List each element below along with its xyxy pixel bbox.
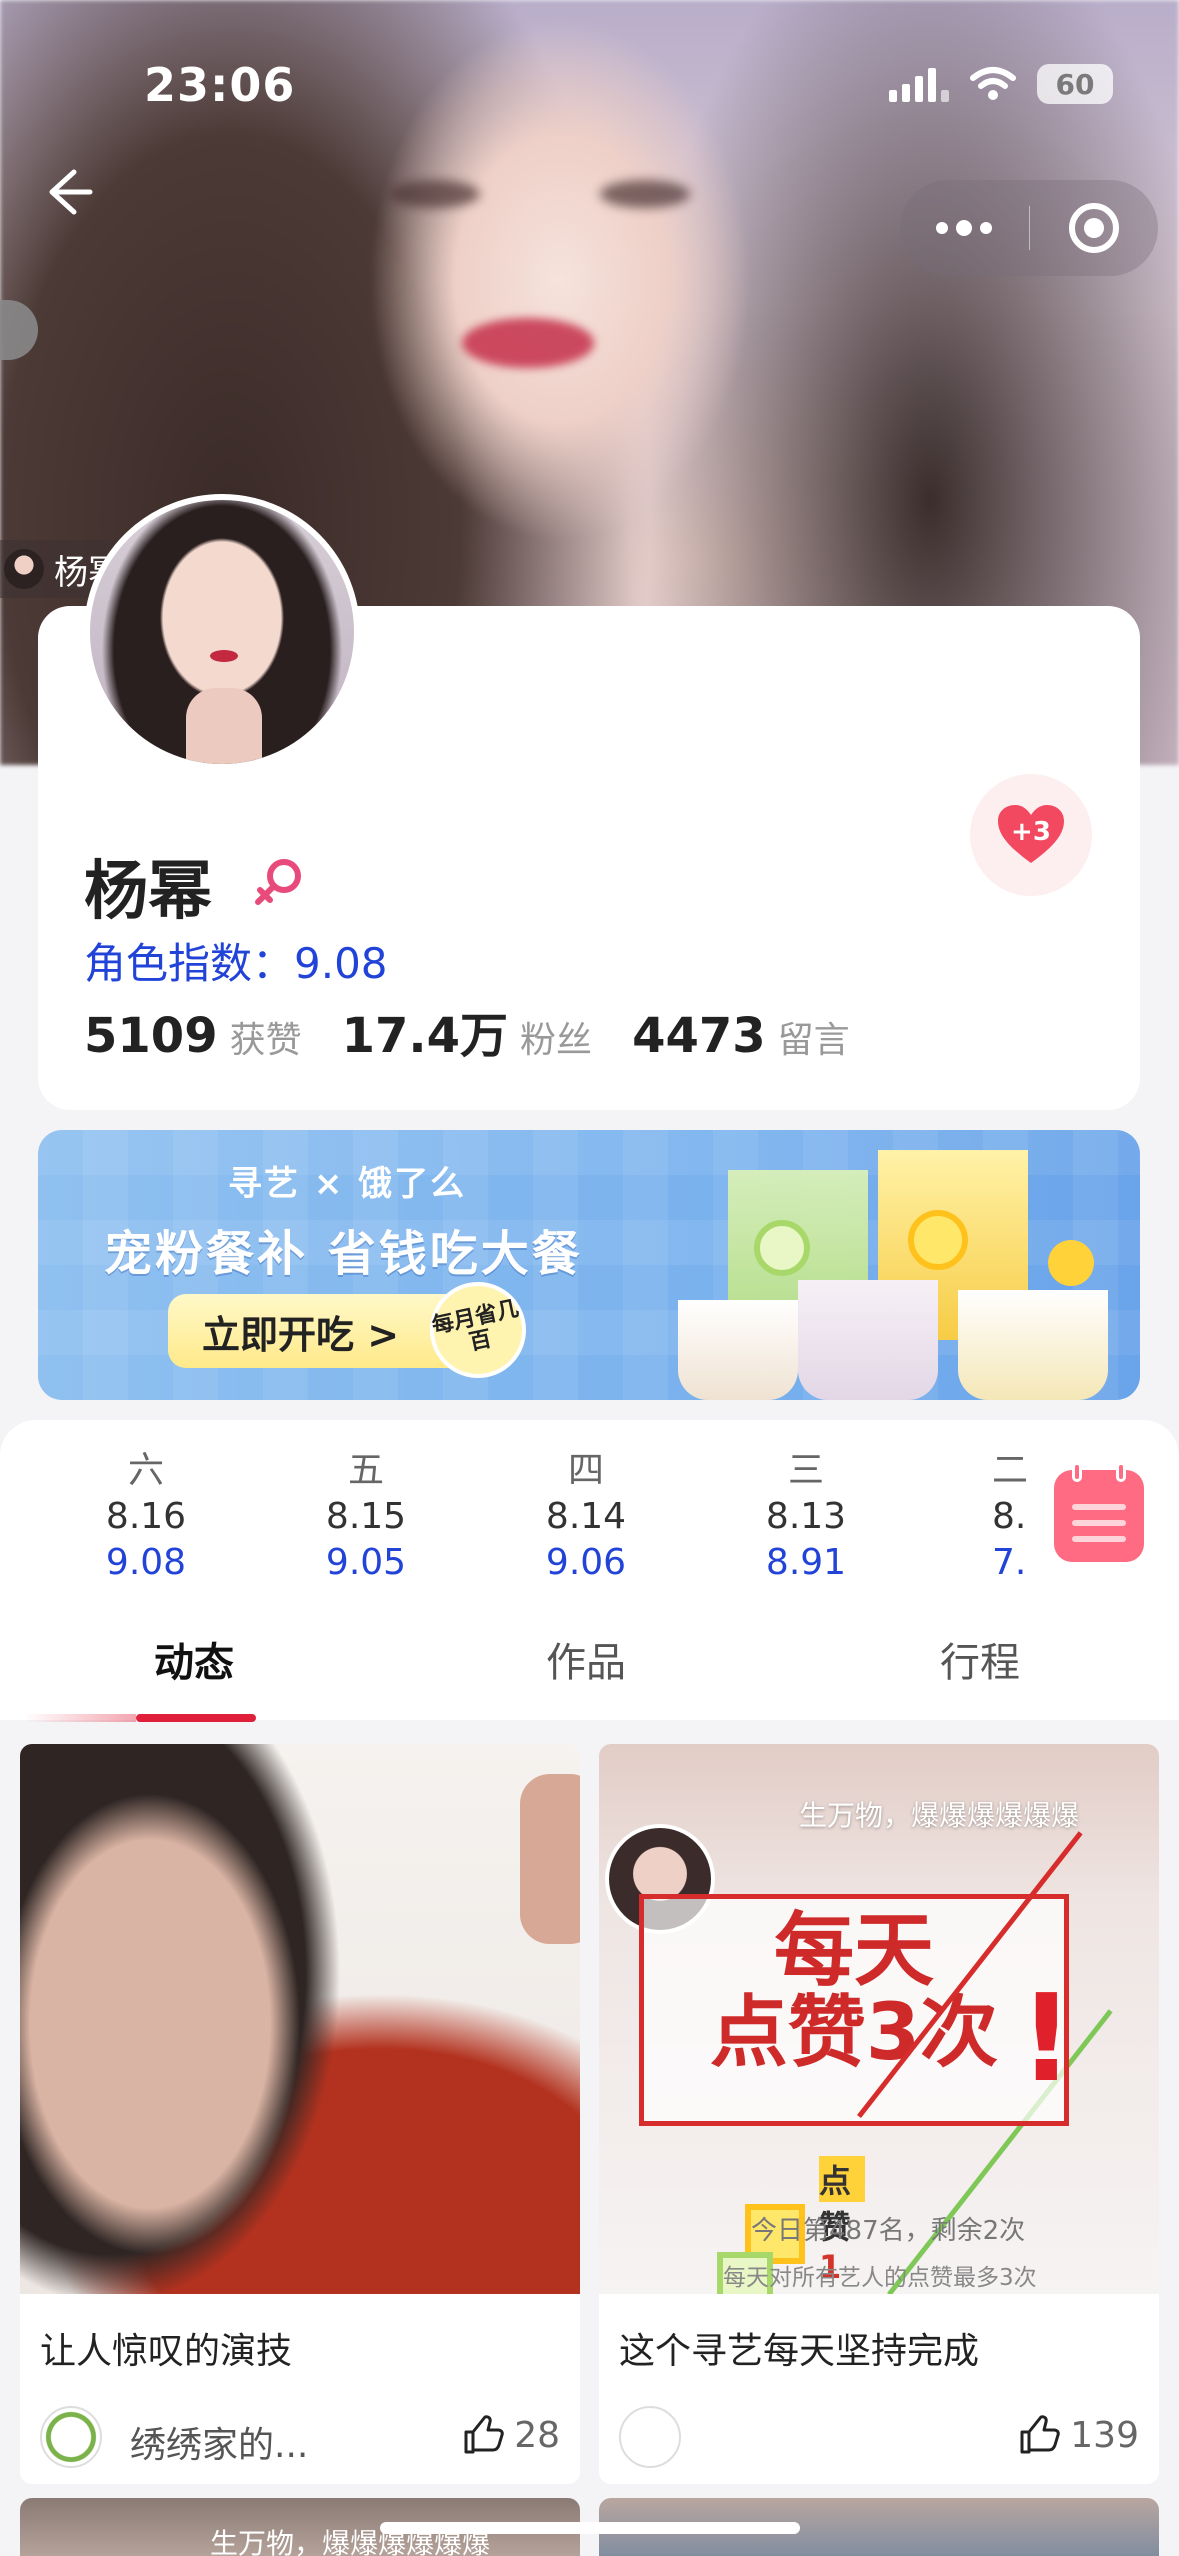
status-icons: 60	[889, 64, 1113, 104]
thumb-up-icon	[1020, 2415, 1061, 2454]
post-image[interactable]: 生万物，爆爆爆爆爆爆 每天 点赞3次 ! 点赞1次 今日第487名，剩余2次 每…	[599, 1744, 1159, 2294]
post-title: 让人惊叹的演技	[40, 2331, 293, 2372]
post-title: 这个寻艺每天坚持完成	[619, 2331, 980, 2372]
image-caption: 生万物，爆爆爆爆爆爆	[799, 1799, 1080, 1832]
back-arrow-icon[interactable]	[34, 160, 98, 224]
tab-schedule[interactable]: 行程	[940, 1630, 1020, 1688]
tab-indicator	[136, 1714, 256, 1722]
role-index: 角色指数：9.08	[84, 939, 388, 988]
post-like-count: 139	[1070, 2414, 1139, 2456]
thumb-up-icon	[464, 2415, 504, 2454]
day-item[interactable]: 三 8.13 8.91	[726, 1448, 886, 1586]
author-avatar[interactable]	[40, 2406, 102, 2468]
calendar-icon[interactable]	[1054, 1462, 1144, 1562]
day-item[interactable]: 六 8.16 9.08	[66, 1448, 226, 1586]
tab-indicator-trail	[24, 1714, 136, 1722]
post-footer: 绣绣家的... 28	[40, 2406, 560, 2470]
tab-bar: 动态 作品 行程	[0, 1620, 1179, 1720]
stat-comments[interactable]: 4473 留言	[632, 1008, 850, 1064]
daily-score-strip: 六 8.16 9.08 五 8.15 9.05 四 8.14 9.06 三 8.…	[0, 1448, 1179, 1588]
page: 23:06 60 杨幂 杨幂 +3 角色指数：9.08 5109 获赞 17.4…	[0, 0, 1179, 2556]
signal-icon	[889, 66, 949, 102]
post-image[interactable]	[20, 1744, 580, 2294]
banner-brand: 寻艺 × 饿了么	[228, 1164, 467, 1204]
day-item[interactable]: 四 8.14 9.06	[506, 1448, 666, 1586]
post-footer: 139	[619, 2406, 1139, 2470]
miniprogram-capsule	[900, 180, 1158, 276]
post-card[interactable]: 生万物，爆爆爆爆爆爆 每天 点赞3次 ! 点赞1次 今日第487名，剩余2次 每…	[599, 1744, 1159, 2484]
female-icon	[255, 859, 301, 905]
post-like-button[interactable]: 28	[462, 2414, 560, 2456]
status-time: 23:06	[144, 58, 296, 112]
wifi-icon	[970, 67, 1016, 100]
avatar[interactable]	[84, 494, 360, 770]
artist-name: 杨幂	[84, 855, 212, 929]
day-item[interactable]: 五 8.15 9.05	[286, 1448, 446, 1586]
home-indicator	[380, 2522, 800, 2534]
day-item[interactable]: 二 8. 7.	[946, 1448, 1026, 1586]
battery-icon: 60	[1037, 64, 1113, 104]
more-icon[interactable]	[900, 180, 1029, 276]
tab-works[interactable]: 作品	[546, 1630, 626, 1688]
like-count: +3	[1011, 817, 1051, 847]
post-like-button[interactable]: 139	[1018, 2414, 1139, 2456]
stats-row: 5109 获赞 17.4万 粉丝 4473 留言	[84, 996, 890, 1066]
author-name[interactable]: 绣绣家的...	[130, 2416, 308, 2468]
post-like-count: 28	[514, 2414, 560, 2456]
stat-fans[interactable]: 17.4万 粉丝	[342, 996, 592, 1066]
like-button[interactable]: +3	[970, 774, 1092, 896]
promo-banner[interactable]: 寻艺 × 饿了么 宠粉餐补 省钱吃大餐 立即开吃 > 每月省几百	[38, 1130, 1140, 1400]
mini-avatar	[4, 549, 44, 589]
close-miniprogram-icon[interactable]	[1030, 180, 1159, 276]
author-avatar[interactable]	[619, 2406, 681, 2468]
stat-likes[interactable]: 5109 获赞	[84, 1008, 302, 1064]
heart-icon: +3	[996, 803, 1066, 867]
post-card[interactable]: 让人惊叹的演技 绣绣家的... 28	[20, 1744, 580, 2484]
tab-activity[interactable]: 动态	[154, 1630, 234, 1688]
banner-headline: 宠粉餐补 省钱吃大餐	[104, 1226, 583, 1282]
banner-stamp: 每月省几百	[421, 1273, 535, 1387]
